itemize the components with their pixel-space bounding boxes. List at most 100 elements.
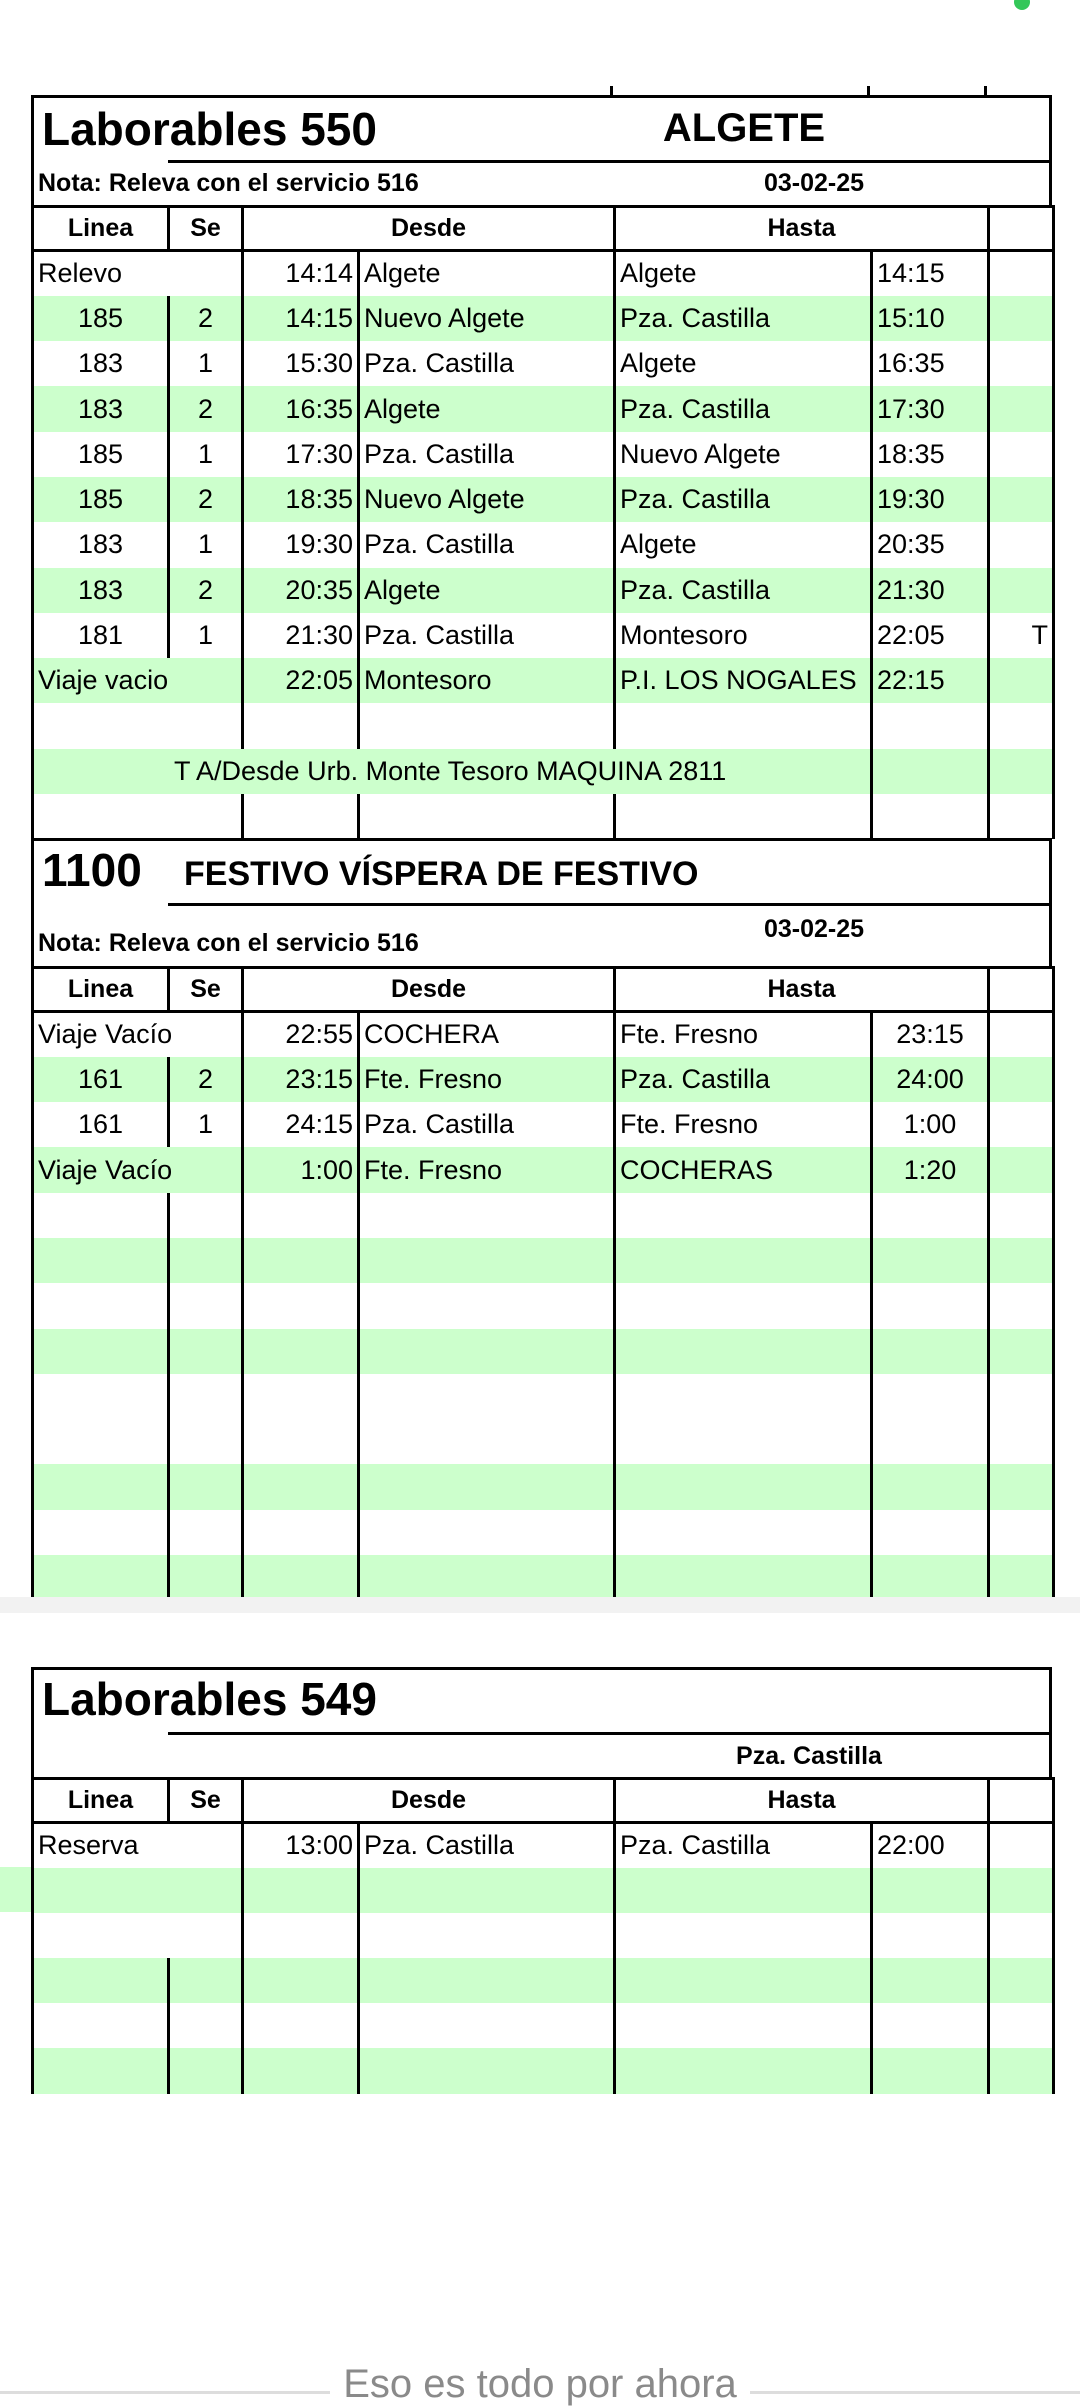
cell-se: 2	[167, 386, 244, 432]
cell-desde	[356, 1192, 617, 1238]
table-row	[31, 703, 1056, 749]
cell-departure-time	[241, 1867, 360, 1913]
table-row	[31, 1958, 1056, 2004]
cell-hasta	[613, 1509, 874, 1556]
table-row: 181 1 21:30 Pza. Castilla Montesoro 22:05 T	[31, 612, 1056, 659]
cell-hasta: Algete	[613, 341, 874, 387]
cell-se: 1	[167, 522, 244, 568]
cell-se: 1	[167, 431, 244, 477]
cell-linea	[31, 1867, 244, 1913]
table-row: Relevo 14:14 Algete Algete 14:15	[31, 250, 1056, 296]
cell-hasta: Algete	[613, 522, 874, 568]
cell-note-flag	[987, 1555, 1056, 1601]
cell-arrival-time: 20:35	[870, 522, 991, 568]
table-row	[31, 1328, 1056, 1374]
cell-note-flag	[987, 386, 1056, 432]
cell-departure-time: 14:14	[241, 250, 360, 296]
cell-note-flag: T	[987, 612, 1056, 659]
cell-arrival-time	[870, 794, 991, 840]
title-underline	[168, 903, 1049, 906]
cell-desde: Pza. Castilla	[356, 1822, 617, 1868]
cell-departure-time: 18:35	[241, 476, 360, 523]
cell-note-flag	[987, 1102, 1056, 1148]
cell-note-flag	[987, 567, 1056, 613]
cell-hasta	[613, 1555, 874, 1601]
cell-desde: Pza. Castilla	[356, 341, 617, 387]
cell-note-flag	[987, 341, 1056, 387]
cell-note-flag	[987, 476, 1056, 523]
cell-note-flag	[987, 658, 1056, 704]
schedule-table: Linea Se Desde Hasta Relevo 14:14 Algete Al…	[30, 205, 1056, 840]
cell-arrival-time: 23:15	[870, 1011, 991, 1057]
cell-desde: Fte. Fresno	[356, 1147, 617, 1193]
col-header-blank	[987, 205, 1056, 252]
cell-note-flag	[987, 1373, 1056, 1465]
cell-desde	[356, 794, 617, 840]
cell-arrival-time	[870, 1237, 991, 1284]
cell-desde: Pza. Castilla	[356, 1102, 617, 1148]
schedule-section-1100: 1100 FESTIVO VÍSPERA DE FESTIVO Nota: Re…	[31, 838, 1056, 1601]
cell-arrival-time: 14:15	[870, 250, 991, 296]
cell-linea: 161	[31, 1102, 170, 1148]
cell-desde	[356, 2003, 617, 2049]
col-header-hasta: Hasta	[613, 966, 991, 1013]
cell-linea: 183	[31, 567, 170, 613]
table-row	[31, 2003, 1056, 2049]
cell-desde: COCHERA	[356, 1011, 617, 1057]
cell-se: 2	[167, 1056, 244, 1103]
cell-hasta	[613, 1373, 874, 1465]
cell-arrival-time	[870, 748, 991, 795]
cell-arrival-time: 16:35	[870, 341, 991, 387]
cell-note-flag	[987, 2003, 1056, 2049]
col-header-blank	[987, 1777, 1056, 1824]
cell-note-flag	[987, 431, 1056, 477]
cell-hasta: Pza. Castilla	[613, 386, 874, 432]
table-row	[31, 794, 1056, 840]
cell-arrival-time: 22:05	[870, 612, 991, 659]
service-title: Laborables 550	[42, 103, 377, 155]
table-row: 185 1 17:30 Pza. Castilla Nuevo Algete 18:35	[31, 431, 1056, 477]
table-row: Viaje vacio 22:05 Montesoro P.I. LOS NOGALE…	[31, 658, 1056, 704]
cell-note-flag	[987, 1237, 1056, 1284]
cell-linea: Relevo	[31, 250, 244, 296]
cell-departure-time: 22:05	[241, 658, 360, 704]
col-header-hasta: Hasta	[613, 1777, 991, 1824]
cell-linea: Viaje vacio	[31, 658, 244, 704]
cell-desde: Pza. Castilla	[356, 522, 617, 568]
cell-departure-time: 1:00	[241, 1147, 360, 1193]
cell-hasta	[613, 1867, 874, 1913]
cell-se	[167, 1464, 244, 1510]
service-place: Pza. Castilla	[736, 1742, 882, 1770]
cell-departure-time	[241, 1373, 360, 1465]
cell-desde	[356, 1237, 617, 1284]
cell-desde	[356, 1283, 617, 1329]
table-row	[31, 1373, 1056, 1465]
table-header-row: Linea Se Desde Hasta	[31, 1777, 1056, 1824]
cell-departure-time: 14:15	[241, 295, 360, 342]
cell-departure-time	[241, 2048, 360, 2094]
cell-se	[167, 2048, 244, 2094]
cell-note-flag	[987, 1958, 1056, 2004]
cell-note-flag	[987, 295, 1056, 342]
cell-linea	[31, 1509, 170, 1556]
cell-se	[167, 1328, 244, 1374]
col-header-linea: Linea	[31, 1777, 170, 1824]
cell-hasta	[613, 1464, 874, 1510]
cell-linea	[31, 1912, 244, 1959]
end-of-feed-message: Eso es todo por ahora	[343, 2362, 737, 2406]
cell-note-flag	[987, 1147, 1056, 1193]
cell-note-flag	[987, 1464, 1056, 1510]
cell-departure-time	[241, 1958, 360, 2004]
col-header-se: Se	[167, 1777, 244, 1824]
col-header-desde: Desde	[240, 966, 617, 1013]
service-date: 03-02-25	[763, 169, 865, 197]
table-row: 161 2 23:15 Fte. Fresno Pza. Castilla 24:00	[31, 1056, 1056, 1103]
cell-desde	[356, 1912, 617, 1959]
cell-linea	[31, 703, 244, 749]
service-place: FESTIVO VÍSPERA DE FESTIVO	[184, 855, 699, 893]
cell-linea: 183	[31, 341, 170, 387]
cell-desde: Nuevo Algete	[356, 476, 617, 523]
cell-arrival-time	[870, 1958, 991, 2004]
cell-desde	[356, 1509, 617, 1556]
cell-desde: Algete	[356, 386, 617, 432]
